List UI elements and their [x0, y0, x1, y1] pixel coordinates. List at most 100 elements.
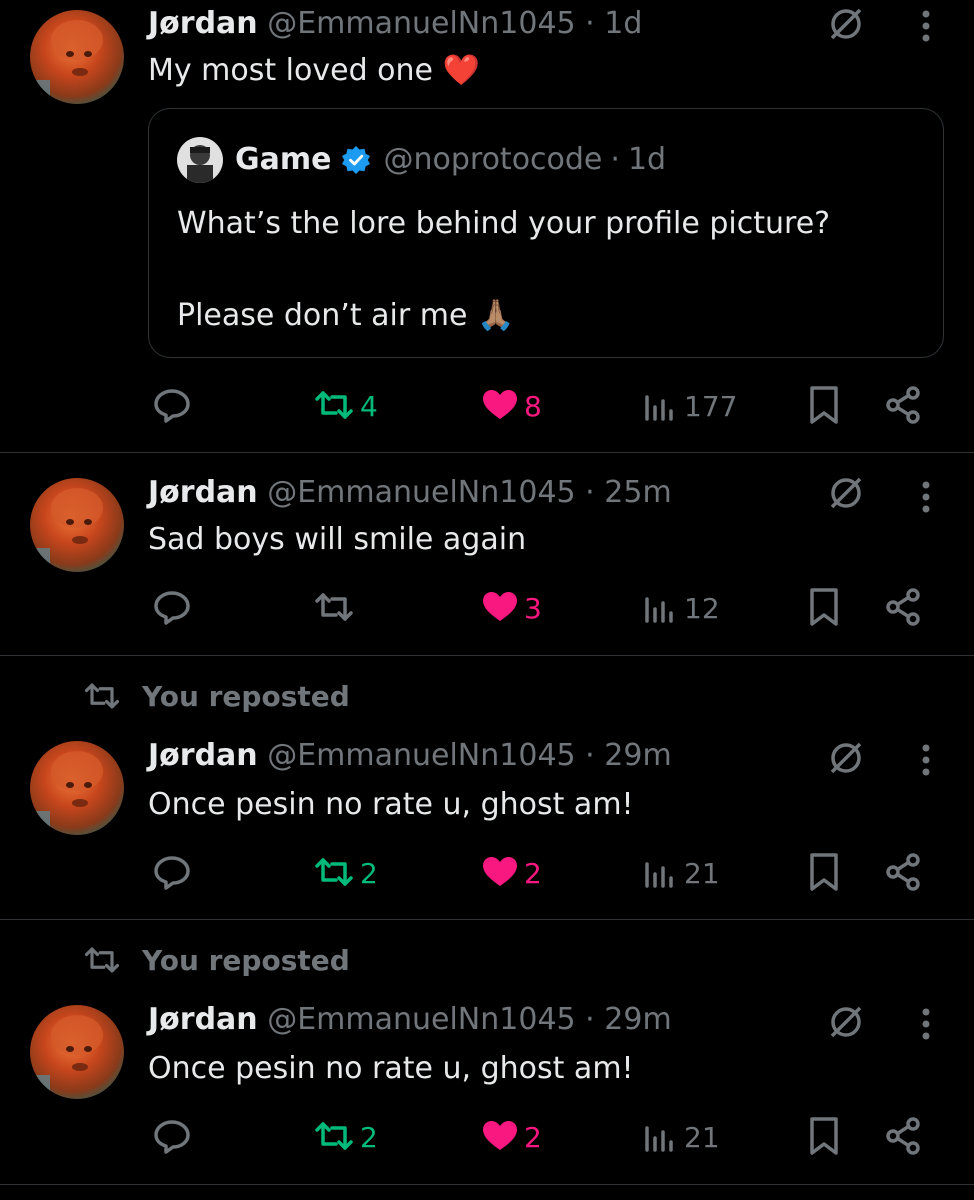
quoted-tweet-text: What’s the lore behind your profile pict… — [177, 201, 830, 339]
repost-icon — [312, 850, 356, 898]
avatar[interactable] — [30, 10, 124, 104]
tweet[interactable]: Jørdan @EmmanuelNn1045 · 25m Sad boys wi… — [0, 453, 974, 655]
views-icon — [640, 1116, 680, 1160]
grok-icon[interactable] — [826, 738, 866, 778]
timestamp[interactable]: 29m — [604, 1002, 671, 1037]
repost-button[interactable]: 2 — [312, 849, 378, 899]
username[interactable]: @EmmanuelNn1045 — [267, 738, 575, 773]
bookmark-icon — [804, 850, 844, 898]
display-name[interactable]: Jørdan — [148, 1002, 258, 1037]
reply-icon — [150, 585, 194, 633]
reply-icon — [150, 383, 194, 431]
share-button[interactable] — [884, 849, 924, 899]
quoted-tweet[interactable]: Game @noprotocode · 1d What’s the lore b… — [148, 108, 944, 358]
repost-context-label[interactable]: You reposted — [142, 680, 350, 713]
share-button[interactable] — [884, 382, 924, 432]
avatar[interactable] — [30, 741, 124, 835]
quoted-timestamp[interactable]: 1d — [628, 140, 666, 180]
like-icon — [480, 385, 520, 429]
separator-dot: · — [585, 475, 595, 510]
repost-context: You reposted — [82, 676, 350, 716]
display-name[interactable]: Jørdan — [148, 738, 258, 773]
bookmark-icon — [804, 383, 844, 431]
separator-dot: · — [585, 738, 595, 773]
praying-hands-emoji: 🙏🏽 — [476, 298, 515, 333]
bookmark-icon — [804, 1114, 844, 1162]
bookmark-button[interactable] — [804, 382, 844, 432]
more-icon[interactable] — [912, 477, 940, 517]
views-button[interactable]: 21 — [640, 1113, 720, 1163]
timestamp[interactable]: 25m — [604, 475, 671, 510]
username[interactable]: @EmmanuelNn1045 — [267, 1002, 575, 1037]
verified-icon — [341, 145, 371, 175]
timestamp[interactable]: 29m — [604, 738, 671, 773]
tweet[interactable]: You reposted Jørdan @EmmanuelNn1045 · 29… — [0, 920, 974, 1184]
reply-button[interactable] — [150, 849, 194, 899]
repost-icon — [312, 585, 356, 633]
display-name[interactable]: Jørdan — [148, 475, 258, 510]
avatar[interactable] — [30, 1005, 124, 1099]
like-button[interactable]: 2 — [480, 849, 542, 899]
quoted-username[interactable]: @noprotocode — [383, 140, 602, 180]
share-icon — [884, 587, 924, 631]
grok-icon[interactable] — [826, 4, 866, 44]
more-icon[interactable] — [912, 740, 940, 780]
reply-icon — [150, 1114, 194, 1162]
views-button[interactable]: 12 — [640, 584, 720, 634]
bookmark-button[interactable] — [804, 1113, 844, 1163]
repost-context-icon — [82, 940, 122, 980]
separator-dot: · — [585, 6, 595, 41]
tweet-text-content: My most loved one — [148, 53, 433, 88]
quoted-avatar — [177, 137, 223, 183]
views-count: 177 — [684, 390, 738, 423]
bookmark-button[interactable] — [804, 849, 844, 899]
tweet-header: Jørdan @EmmanuelNn1045 · 29m — [148, 738, 814, 774]
views-button[interactable]: 177 — [640, 382, 737, 432]
tweet[interactable]: Jørdan @EmmanuelNn1045 · 1d My most love… — [0, 0, 974, 452]
views-icon — [640, 587, 680, 631]
username[interactable]: @EmmanuelNn1045 — [267, 6, 575, 41]
display-name[interactable]: Jørdan — [148, 6, 258, 41]
tweet-text: Once pesin no rate u, ghost am! — [148, 787, 634, 822]
share-icon — [884, 385, 924, 429]
more-icon[interactable] — [912, 1004, 940, 1044]
views-button[interactable]: 21 — [640, 849, 720, 899]
action-bar: 4 8 177 — [0, 382, 974, 432]
reply-icon — [150, 850, 194, 898]
tweet-text: Once pesin no rate u, ghost am! — [148, 1051, 634, 1086]
repost-context-icon — [82, 676, 122, 716]
grok-icon[interactable] — [826, 473, 866, 513]
repost-context-label[interactable]: You reposted — [142, 944, 350, 977]
repost-count: 4 — [360, 390, 378, 423]
repost-button[interactable]: 4 — [312, 382, 378, 432]
username[interactable]: @EmmanuelNn1045 — [267, 475, 575, 510]
reply-button[interactable] — [150, 584, 194, 634]
reply-button[interactable] — [150, 382, 194, 432]
like-button[interactable]: 8 — [480, 382, 542, 432]
like-count: 2 — [524, 1121, 542, 1154]
share-button[interactable] — [884, 584, 924, 634]
timestamp[interactable]: 1d — [604, 6, 642, 41]
repost-button[interactable]: 2 — [312, 1113, 378, 1163]
share-button[interactable] — [884, 1113, 924, 1163]
quoted-line-1: What’s the lore behind your profile pict… — [177, 206, 831, 241]
bookmark-button[interactable] — [804, 584, 844, 634]
avatar[interactable] — [30, 478, 124, 572]
tweet-text: Sad boys will smile again — [148, 522, 527, 557]
bookmark-icon — [804, 585, 844, 633]
views-count: 21 — [684, 1121, 720, 1154]
quoted-line-2-row: Please don’t air me 🙏🏽 — [177, 293, 830, 339]
views-icon — [640, 385, 680, 429]
reply-button[interactable] — [150, 1113, 194, 1163]
share-icon — [884, 852, 924, 896]
quoted-display-name[interactable]: Game — [235, 140, 331, 180]
repost-button[interactable] — [312, 584, 360, 634]
divider — [0, 1184, 974, 1185]
tweet-header: Jørdan @EmmanuelNn1045 · 29m — [148, 1002, 814, 1038]
more-icon[interactable] — [912, 6, 940, 46]
repost-icon — [312, 1114, 356, 1162]
like-button[interactable]: 2 — [480, 1113, 542, 1163]
like-button[interactable]: 3 — [480, 584, 542, 634]
tweet[interactable]: You reposted Jørdan @EmmanuelNn1045 · 29… — [0, 656, 974, 919]
grok-icon[interactable] — [826, 1002, 866, 1042]
